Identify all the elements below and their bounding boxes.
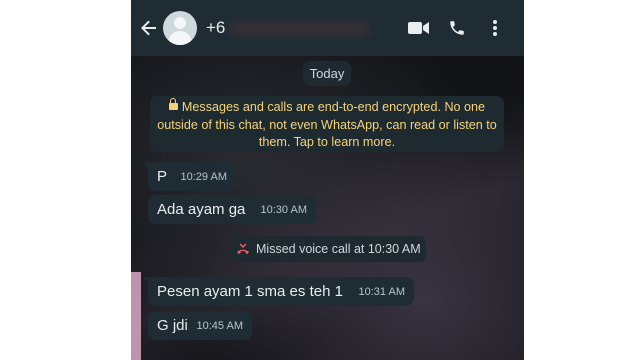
message-bubble[interactable]: Pesen ayam 1 sma es teh 1 10:31 AM — [143, 277, 414, 306]
missed-call-notice[interactable]: Missed voice call at 10:30 AM — [230, 236, 426, 262]
more-options-icon[interactable] — [476, 8, 514, 48]
header-actions — [400, 8, 514, 48]
bubble-tail — [143, 162, 151, 170]
message-text: Ada ayam ga — [157, 201, 246, 218]
whatsapp-chat-screen: +6 Today Messages and calls are end-to-e… — [131, 0, 524, 360]
contact-name-text: +6 — [206, 18, 226, 37]
message-time: 10:31 AM — [358, 285, 405, 298]
contact-avatar[interactable] — [163, 11, 197, 45]
wallpaper-detail — [131, 272, 141, 360]
avatar-body — [168, 31, 192, 45]
lock-icon — [168, 98, 178, 111]
message-bubble[interactable]: P 10:29 AM — [143, 162, 236, 191]
message-bubble[interactable]: G jdi 10:45 AM — [148, 311, 252, 340]
message-text: Pesen ayam 1 sma es teh 1 — [157, 283, 343, 300]
message-text: P — [157, 168, 168, 185]
date-divider: Today — [303, 61, 351, 86]
message-bubble[interactable]: Ada ayam ga 10:30 AM — [148, 195, 316, 224]
encryption-notice-text: Messages and calls are end-to-end encryp… — [157, 100, 497, 149]
missed-call-text: Missed voice call at 10:30 AM — [256, 242, 421, 256]
chat-header: +6 — [131, 0, 524, 56]
message-text: G jdi — [157, 317, 188, 334]
message-time: 10:29 AM — [180, 170, 227, 183]
contact-name[interactable]: +6 — [206, 18, 400, 38]
message-time: 10:30 AM — [260, 203, 307, 216]
voice-call-icon[interactable] — [438, 8, 476, 48]
encryption-notice[interactable]: Messages and calls are end-to-end encryp… — [150, 96, 504, 152]
avatar-head — [174, 17, 186, 29]
bubble-tail — [143, 277, 151, 285]
back-arrow-icon[interactable] — [135, 0, 163, 56]
redacted-number — [229, 21, 370, 36]
missed-call-icon — [236, 243, 250, 255]
video-call-icon[interactable] — [400, 8, 438, 48]
message-time: 10:45 AM — [196, 319, 243, 332]
